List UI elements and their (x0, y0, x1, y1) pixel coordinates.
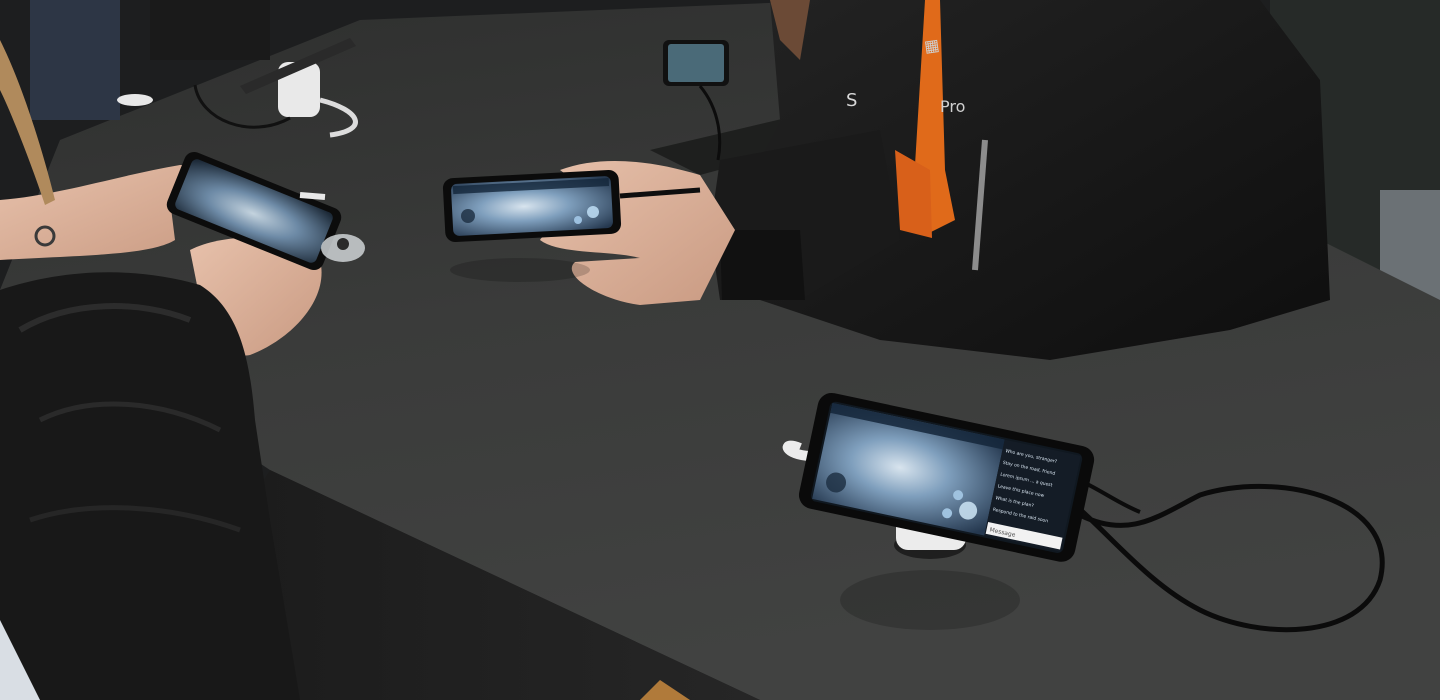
phone-shadow (450, 258, 590, 282)
jacket-print-s: S (846, 90, 857, 111)
background-person-body (150, 0, 270, 60)
jacket-print-pro: Pro (940, 97, 965, 116)
jacket-print-logo: ▦ (923, 35, 941, 56)
background-shoe (117, 94, 153, 106)
photo-scene: S ▦ Pro Who are you, stranger? Stay on t… (0, 0, 1440, 700)
person-right: S ▦ Pro (710, 0, 1330, 360)
stand-shadow (840, 570, 1020, 630)
background-person-legs (30, 0, 120, 120)
